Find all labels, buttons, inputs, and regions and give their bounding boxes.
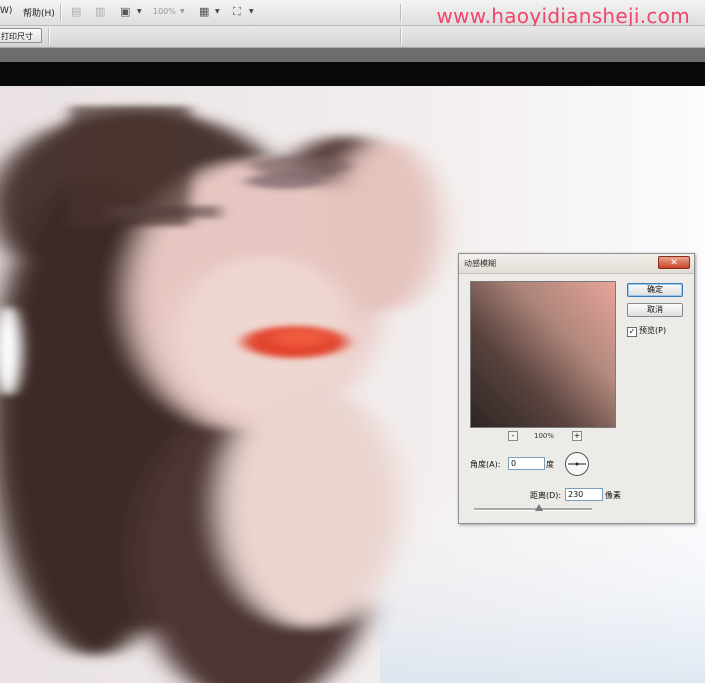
- toolbar-separator: [400, 4, 402, 21]
- preview-zoom-value: 100%: [534, 432, 555, 440]
- menu-item-window[interactable]: W): [0, 6, 12, 16]
- zoom-level-combo[interactable]: 100%: [153, 7, 176, 16]
- workspace-background: [0, 48, 705, 62]
- motion-blur-dialog: 动感模糊 ✕ 确定 取消 ✓ 预览(P) - 100% + 角度(A): 0 度…: [458, 253, 695, 524]
- view-extras-icon[interactable]: ▣: [120, 5, 130, 19]
- cancel-button[interactable]: 取消: [627, 303, 683, 317]
- arrange-documents-icon[interactable]: ▦: [199, 5, 209, 19]
- zoom-tool-icon[interactable]: ▥: [95, 5, 105, 19]
- close-icon: ✕: [670, 258, 678, 268]
- chevron-down-icon[interactable]: ▼: [249, 8, 254, 15]
- distance-label: 距离(D):: [530, 491, 562, 500]
- chevron-down-icon[interactable]: ▼: [137, 8, 142, 15]
- plus-icon: +: [573, 431, 581, 440]
- angle-input[interactable]: 0: [508, 457, 545, 470]
- dialog-titlebar[interactable]: 动感模糊 ✕: [459, 254, 694, 274]
- menu-item-help[interactable]: 帮助(H): [23, 6, 55, 19]
- toolbar-separator: [60, 4, 62, 21]
- ok-button[interactable]: 确定: [627, 283, 683, 297]
- toolbar-separator: [400, 28, 402, 44]
- canvas-black-band: [0, 62, 705, 86]
- preview-image: [471, 282, 615, 427]
- close-button[interactable]: ✕: [658, 256, 690, 269]
- preview-checkbox-label: 预览(P): [639, 326, 667, 335]
- minus-icon: -: [511, 431, 515, 440]
- angle-label: 角度(A):: [470, 460, 501, 469]
- options-bar: 打印尺寸: [0, 26, 705, 48]
- menu-bar: W) 帮助(H) ▤ ▥ ▣ ▼ 100% ▼ ▦ ▼ ⛶ ▼ www.haoy…: [0, 0, 705, 28]
- toolbar-separator: [48, 28, 50, 44]
- dialog-title: 动感模糊: [464, 259, 496, 268]
- distance-slider[interactable]: [474, 508, 592, 511]
- watermark-text: www.haoyidiansheji.com: [436, 4, 690, 28]
- angle-unit: 度: [546, 460, 554, 469]
- distance-input[interactable]: 230: [565, 488, 603, 501]
- zoom-in-button[interactable]: +: [572, 431, 582, 441]
- screen-mode-icon[interactable]: ⛶: [233, 5, 241, 19]
- filter-preview[interactable]: [470, 281, 616, 428]
- angle-dial[interactable]: [564, 451, 590, 477]
- zoom-out-button[interactable]: -: [508, 431, 518, 441]
- print-size-button[interactable]: 打印尺寸: [0, 28, 42, 43]
- chevron-down-icon[interactable]: ▼: [180, 8, 185, 15]
- hand-tool-icon[interactable]: ▤: [71, 5, 81, 19]
- checkmark-icon[interactable]: ✓: [627, 327, 637, 337]
- slider-thumb-icon[interactable]: [535, 504, 543, 511]
- distance-unit: 像素: [605, 491, 621, 500]
- preview-checkbox[interactable]: ✓ 预览(P): [627, 325, 666, 337]
- chevron-down-icon[interactable]: ▼: [215, 8, 220, 15]
